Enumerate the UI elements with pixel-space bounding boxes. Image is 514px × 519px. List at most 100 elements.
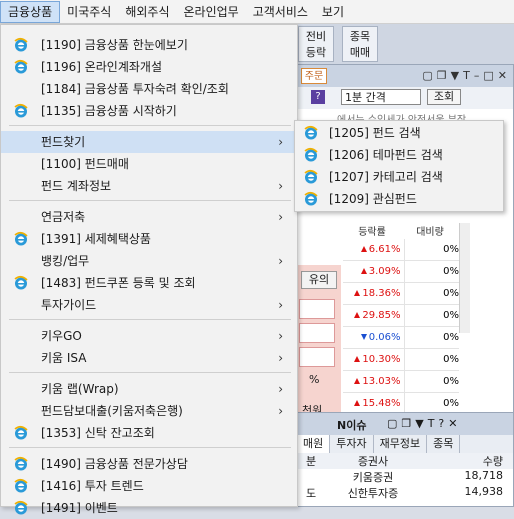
issue-window-controls[interactable]: ▢❐▼T?✕ [387,417,462,430]
menu-item-label: 연금저축 [41,210,86,224]
menu-view[interactable]: 보기 [315,1,351,23]
market-panel: 주문 ▢❐▼T–□✕ ? 1분 간격 조회 에서는 수익세가 안전서울 부작 유… [296,64,514,470]
table-row[interactable]: 10.30% 0% [343,349,459,371]
menu-item[interactable]: 뱅킹/업무 › [1,250,297,272]
minimize-icon[interactable]: – [474,69,484,82]
order-button[interactable]: 주문 [301,68,327,84]
rate-value: 29.85% [362,310,401,321]
table-row[interactable]: 도 신한투자증 14,938 [297,485,513,501]
window-controls[interactable]: ▢❐▼T–□✕ [422,69,511,82]
menu-item[interactable]: [1135] 금융상품 시작하기 [1,100,297,122]
toolbar-button-compare[interactable]: 전비 등락 [298,26,334,62]
ie-icon [303,169,319,185]
text-icon[interactable]: T [463,69,474,82]
tab-trades[interactable]: 매원 [297,435,331,453]
query-button[interactable]: 조회 [427,89,461,105]
rate-cell: 13.03% [343,371,404,392]
tab-financial[interactable]: 재무정보 [374,435,428,453]
menu-item[interactable]: 투자가이드 › [1,294,297,316]
rate-value: 6.61% [368,244,401,255]
copy-icon[interactable]: ❐ [437,69,451,82]
maximize-icon[interactable]: □ [483,69,497,82]
menu-item[interactable]: [1196] 온라인계좌개설 [1,56,297,78]
menu-item-label: 투자가이드 [41,298,97,312]
menu-item[interactable]: 키움 랩(Wrap) › [1,378,297,400]
grid-scrollbar[interactable] [459,223,470,333]
window-icon[interactable]: ▢ [422,69,436,82]
submenu-item[interactable]: [1206] 테마펀드 검색 [295,144,503,166]
fund-search-submenu: [1205] 펀드 검색 [1206] 테마펀드 검색 [1207] 카테고리 … [294,120,504,212]
menu-item[interactable]: 펀드찾기 › [1,131,297,153]
menu-item[interactable]: [1391] 세제혜택상품 [1,228,297,250]
menu-item[interactable]: 연금저축 › [1,206,297,228]
tab-stock[interactable]: 종목 [427,435,461,453]
menu-item-label: 키움 랩(Wrap) [41,382,119,396]
pin-icon[interactable]: ▼ [451,69,463,82]
volume-cell: 0% [404,261,459,282]
submenu-item[interactable]: [1205] 펀드 검색 [295,122,503,144]
input-box-1[interactable] [299,299,335,319]
interval-select[interactable]: 1분 간격 [341,89,421,105]
table-row[interactable]: 6.61% 0% [343,239,459,261]
menu-item-label: [1135] 금융상품 시작하기 [41,104,177,118]
submenu-item[interactable]: [1209] 관심펀드 [295,188,503,210]
grid-header: 등락률 대비량 [343,223,459,239]
grid-header-volume: 대비량 [416,227,444,238]
table-row[interactable]: 18.36% 0% [343,283,459,305]
menu-item[interactable]: [1490] 금융상품 전문가상담 [1,453,297,475]
menu-overseas-stocks[interactable]: 해외주식 [118,1,176,23]
financial-products-menu: [1190] 금융상품 한눈에보기 [1196] 온라인계좌개설 [1184] 금… [0,24,298,515]
table-row[interactable]: 0.06% 0% [343,327,459,349]
ie-icon [13,456,29,472]
menu-item[interactable]: [1184] 금융상품 투자숙려 확인/조회 [1,78,297,100]
menu-customer-service[interactable]: 고객서비스 [246,1,315,23]
caution-button[interactable]: 유의 [301,271,337,289]
menu-item-label: [1491] 이벤트 [41,501,118,515]
toolbar-button-trade[interactable]: 종목 매매 [342,26,378,62]
rate-value: 15.48% [362,398,401,409]
menu-item[interactable]: [1353] 신탁 잔고조회 [1,422,297,444]
panel-titlebar: 주문 ▢❐▼T–□✕ [297,65,513,87]
menu-item[interactable]: 펀드담보대출(키움저축은행) › [1,400,297,422]
ie-icon [303,125,319,141]
submenu-item[interactable]: [1207] 카테고리 검색 [295,166,503,188]
menu-item-label: [1100] 펀드매매 [41,157,129,171]
input-box-2[interactable] [299,323,335,343]
volume-cell: 0% [404,371,459,392]
menu-item[interactable]: [1190] 금융상품 한눈에보기 [1,34,297,56]
menu-item[interactable]: [1483] 펀드쿠폰 등록 및 조회 [1,272,297,294]
menu-item-label: [1490] 금융상품 전문가상담 [41,457,188,471]
menu-item[interactable]: [1416] 투자 트렌드 [1,475,297,497]
volume-cell: 0% [404,305,459,326]
menu-item[interactable]: 키움 ISA › [1,347,297,369]
menu-online-services[interactable]: 온라인업무 [177,1,246,23]
down-arrow-icon [360,334,367,340]
menu-financial-products[interactable]: 금융상품 [0,0,61,23]
table-row[interactable]: 3.09% 0% [343,261,459,283]
menu-item[interactable]: 키우GO › [1,325,297,347]
up-arrow-icon [360,246,367,252]
close-icon[interactable]: ✕ [498,69,511,82]
table-row[interactable]: 13.03% 0% [343,371,459,393]
submenu-item-label: [1205] 펀드 검색 [329,126,421,140]
rate-cell: 0.06% [343,327,404,348]
submenu-item-label: [1206] 테마펀드 검색 [329,148,443,162]
chevron-right-icon: › [278,351,283,365]
menu-item[interactable]: [1491] 이벤트 [1,497,297,519]
rate-cell: 29.85% [343,305,404,326]
table-row[interactable]: 키움증권 18,718 [297,469,513,485]
rate-value: 13.03% [362,376,401,387]
menu-item[interactable]: 펀드 계좌정보 › [1,175,297,197]
grid-header-rate: 등락률 [358,227,386,238]
menu-item-label: [1184] 금융상품 투자숙려 확인/조회 [41,82,229,96]
menu-separator [9,200,291,201]
tab-investor[interactable]: 투자자 [330,435,374,453]
menu-separator [9,372,291,373]
menu-item[interactable]: [1100] 펀드매매 [1,153,297,175]
input-box-3[interactable] [299,347,335,367]
submenu-item-label: [1209] 관심펀드 [329,192,417,206]
menu-us-stocks[interactable]: 미국주식 [60,1,118,23]
help-icon[interactable]: ? [311,90,325,104]
chevron-right-icon: › [278,179,283,193]
table-row[interactable]: 29.85% 0% [343,305,459,327]
